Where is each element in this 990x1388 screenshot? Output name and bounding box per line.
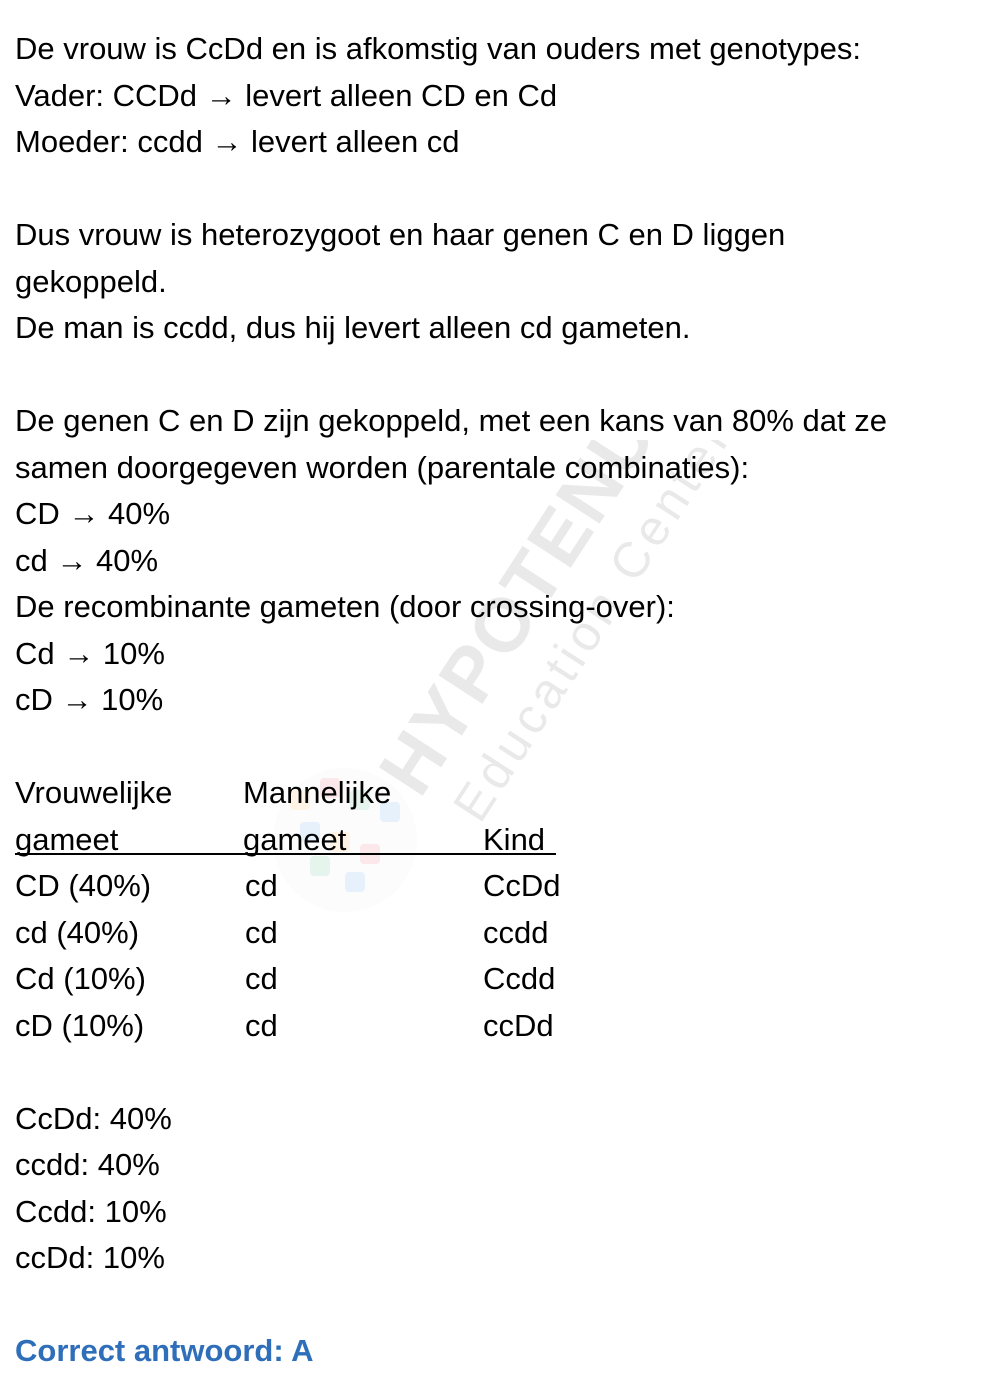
- cell-female-gamete: CD (40%): [15, 868, 152, 903]
- header-male-line1: Mannelijke: [243, 775, 392, 810]
- correct-answer: Correct antwoord: A: [15, 1333, 314, 1368]
- linkage-paragraph: De genen C en D zijn gekoppeld, met een …: [15, 403, 887, 485]
- result-ccdd-het: CcDd: 40%: [15, 1100, 172, 1136]
- header-female-gamete: Vrouwelijke gameet: [15, 770, 235, 863]
- header-child: Kind: [483, 821, 546, 857]
- recombinant-heading: De recombinante gameten (door crossing-o…: [15, 589, 675, 624]
- recombinant-gamete-cd-mixed-2: cD → 10%: [15, 682, 164, 717]
- cell-child-genotype: CcDd: [483, 868, 561, 903]
- parental-gamete-cd-upper: CD → 40%: [15, 496, 171, 531]
- table-row: cD (10%) cd ccDd: [15, 1003, 975, 1050]
- cell-male-gamete: cd: [245, 1007, 278, 1043]
- cell-child-genotype: ccdd: [483, 914, 549, 950]
- cell-male-gamete: cd: [245, 868, 278, 903]
- intro-mother-line: Moeder: ccdd → levert alleen cd: [15, 124, 460, 159]
- recombinant-gamete-cd-mixed-1: Cd → 10%: [15, 635, 165, 671]
- man-gametes-line: De man is ccdd, dus hij levert alleen cd…: [15, 310, 691, 345]
- result-ccdd-mixed-2: ccDd: 10%: [15, 1240, 165, 1275]
- cell-male-gamete: cd: [245, 961, 278, 996]
- cell-child-genotype: ccDd: [483, 1007, 554, 1043]
- header-female-line2: gameet: [15, 821, 119, 857]
- result-ccdd-mixed: Ccdd: 10%: [15, 1193, 167, 1229]
- table-row: CD (40%) cd CcDd: [15, 863, 975, 910]
- table-row: Cd (10%) cd Ccdd: [15, 956, 975, 1003]
- header-male-line2: gameet: [243, 821, 347, 857]
- cell-female-gamete: Cd (10%): [15, 961, 146, 996]
- document-body: De vrouw is CcDd en is afkomstig van oud…: [15, 26, 975, 1375]
- heterozygous-paragraph: Dus vrouw is heterozygoot en haar genen …: [15, 217, 786, 299]
- cell-female-gamete: cD (10%): [15, 1007, 145, 1043]
- intro-line-1: De vrouw is CcDd en is afkomstig van oud…: [15, 31, 861, 66]
- header-male-gamete: Mannelijke gameet: [243, 770, 473, 863]
- gamete-table-header: Vrouwelijke gameet Mannelijke gameet Kin…: [15, 770, 975, 863]
- cell-female-gamete: cd (40%): [15, 914, 140, 950]
- intro-father-line: Vader: CCDd → levert alleen CD en Cd: [15, 77, 558, 113]
- cell-child-genotype: Ccdd: [483, 961, 556, 996]
- header-underline: [15, 853, 556, 855]
- result-ccdd-hom: ccdd: 40%: [15, 1147, 160, 1182]
- parental-gamete-cd-lower: cd → 40%: [15, 542, 159, 578]
- cell-male-gamete: cd: [245, 914, 278, 950]
- header-female-line1: Vrouwelijke: [15, 775, 173, 810]
- table-row: cd (40%) cd ccdd: [15, 910, 975, 957]
